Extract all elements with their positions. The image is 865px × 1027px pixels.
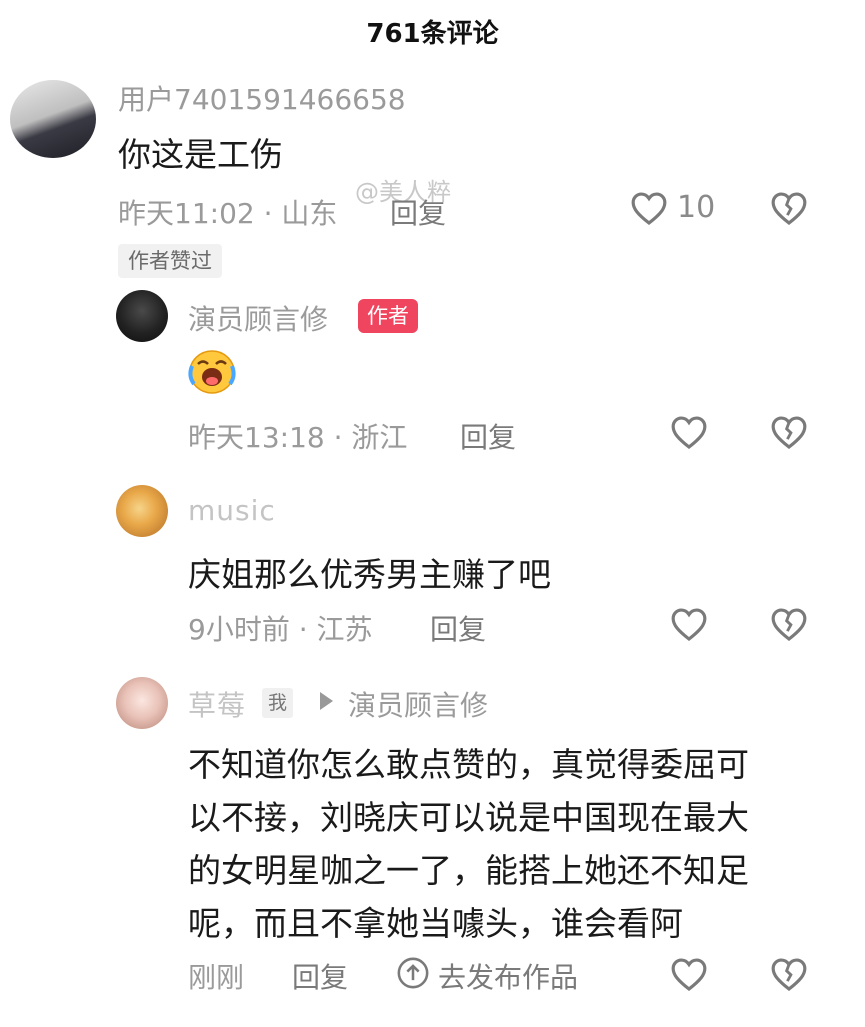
reply-to-username[interactable]: 演员顾言修 <box>348 684 488 724</box>
heart-outline-icon[interactable] <box>630 190 668 226</box>
comment-text: 你这是工伤 <box>118 135 283 174</box>
username[interactable]: 草莓 <box>188 684 246 724</box>
upload-circle-icon[interactable] <box>396 956 430 990</box>
avatar[interactable] <box>116 485 168 537</box>
like-count: 10 <box>677 190 716 225</box>
broken-heart-icon[interactable] <box>770 414 808 450</box>
publish-work-button[interactable]: 去发布作品 <box>438 956 578 996</box>
broken-heart-icon[interactable] <box>770 606 808 642</box>
me-tag: 我 <box>262 688 294 718</box>
reply-button[interactable]: 回复 <box>430 608 486 648</box>
reply-arrow-icon <box>320 692 333 710</box>
author-liked-badge: 作者赞过 <box>118 244 222 278</box>
comment-line: 呢，而且不拿她当噱头，谁会看阿 <box>188 904 683 943</box>
username[interactable]: 演员顾言修 <box>188 298 328 338</box>
comments-title: 761条评论 <box>366 18 499 49</box>
comment-line: 以不接，刘晓庆可以说是中国现在最大 <box>188 798 749 837</box>
username[interactable]: 用户7401591466658 <box>118 78 406 118</box>
comment-meta: 昨天11:02 · 山东 <box>118 197 338 230</box>
username[interactable]: music <box>188 494 276 527</box>
author-badge: 作者 <box>358 299 418 333</box>
avatar[interactable] <box>116 677 168 729</box>
laughing-crying-emoji <box>186 346 238 396</box>
comment-meta: 昨天13:18 · 浙江 <box>188 421 408 454</box>
broken-heart-icon[interactable] <box>770 956 808 992</box>
reply-button[interactable]: 回复 <box>390 192 446 232</box>
comment-meta: 9小时前 · 江苏 <box>188 613 373 646</box>
comment-line: 不知道你怎么敢点赞的，真觉得委屈可 <box>188 745 749 784</box>
heart-outline-icon[interactable] <box>670 606 708 642</box>
heart-outline-icon[interactable] <box>670 956 708 992</box>
reply-button[interactable]: 回复 <box>460 416 516 456</box>
comment-meta: 刚刚 <box>188 961 245 994</box>
comment-text: 庆姐那么优秀男主赚了吧 <box>188 555 551 594</box>
avatar[interactable] <box>116 290 168 342</box>
avatar[interactable] <box>10 80 96 158</box>
comment-line: 的女明星咖之一了，能搭上她还不知足 <box>188 851 749 890</box>
reply-button[interactable]: 回复 <box>292 956 348 996</box>
broken-heart-icon[interactable] <box>770 190 808 226</box>
comment-text: 不知道你怎么敢点赞的，真觉得委屈可 以不接，刘晓庆可以说是中国现在最大 的女明星… <box>188 738 828 950</box>
heart-outline-icon[interactable] <box>670 414 708 450</box>
